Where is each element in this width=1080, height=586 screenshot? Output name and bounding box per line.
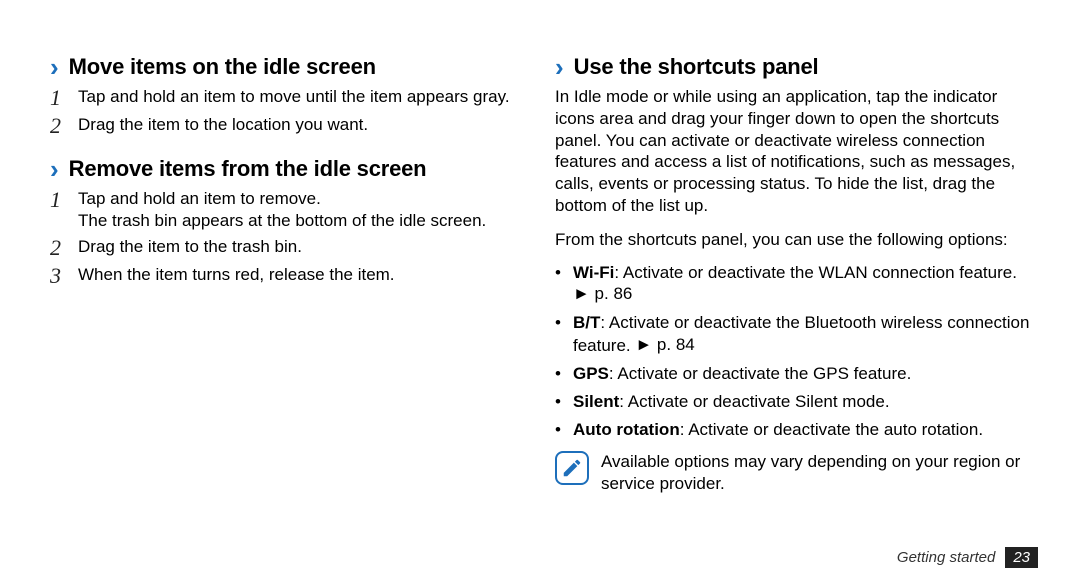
step-item: 1 Tap and hold an item to remove. The tr…: [50, 188, 521, 232]
option-desc: : Activate or deactivate the GPS feature…: [609, 364, 911, 383]
left-column: › Move items on the idle screen 1 Tap an…: [50, 50, 545, 566]
step-number: 2: [50, 236, 78, 260]
chevron-icon: ›: [50, 54, 59, 80]
step-number: 3: [50, 264, 78, 288]
option-desc: : Activate or deactivate the auto rotati…: [680, 420, 983, 439]
option-item: Wi-Fi: Activate or deactivate the WLAN c…: [555, 262, 1040, 306]
page-footer: Getting started 23: [897, 547, 1038, 568]
note-text: Available options may vary depending on …: [601, 451, 1040, 495]
option-item: Auto rotation: Activate or deactivate th…: [555, 419, 1040, 441]
option-item: Silent: Activate or deactivate Silent mo…: [555, 391, 1040, 413]
step-text: When the item turns red, release the ite…: [78, 264, 521, 288]
option-label: B/T: [573, 313, 600, 332]
section-heading-remove-items: › Remove items from the idle screen: [50, 156, 521, 182]
step-number: 2: [50, 114, 78, 138]
page-ref: ► p. 84: [635, 334, 694, 356]
page-ref: ► p. 86: [573, 283, 632, 305]
step-item: 1 Tap and hold an item to move until the…: [50, 86, 521, 110]
section-title: Remove items from the idle screen: [69, 156, 427, 182]
chevron-icon: ›: [555, 54, 564, 80]
intro-paragraph: In Idle mode or while using an applicati…: [555, 86, 1040, 217]
step-item: 3 When the item turns red, release the i…: [50, 264, 521, 288]
step-text: Tap and hold an item to move until the i…: [78, 86, 521, 110]
step-item: 2 Drag the item to the trash bin.: [50, 236, 521, 260]
section-heading-move-items: › Move items on the idle screen: [50, 54, 521, 80]
manual-page: › Move items on the idle screen 1 Tap an…: [0, 0, 1080, 586]
option-label: Auto rotation: [573, 420, 680, 439]
step-number: 1: [50, 188, 78, 232]
section-title: Move items on the idle screen: [69, 54, 376, 80]
section-title: Use the shortcuts panel: [574, 54, 819, 80]
right-column: › Use the shortcuts panel In Idle mode o…: [545, 50, 1040, 566]
option-desc: : Activate or deactivate Silent mode.: [619, 392, 889, 411]
steps-move-items: 1 Tap and hold an item to move until the…: [50, 86, 521, 138]
section-heading-shortcuts: › Use the shortcuts panel: [555, 54, 1040, 80]
pencil-icon: [561, 457, 583, 479]
option-item: B/T: Activate or deactivate the Bluetoot…: [555, 312, 1040, 356]
step-text: Drag the item to the trash bin.: [78, 236, 521, 260]
step-text: Tap and hold an item to remove. The tras…: [78, 188, 521, 232]
note-icon: [555, 451, 589, 485]
note-block: Available options may vary depending on …: [555, 451, 1040, 495]
option-desc: : Activate or deactivate the WLAN connec…: [614, 263, 1017, 282]
step-number: 1: [50, 86, 78, 110]
footer-page-number: 23: [1005, 547, 1038, 568]
options-list: Wi-Fi: Activate or deactivate the WLAN c…: [555, 262, 1040, 441]
chevron-icon: ›: [50, 156, 59, 182]
steps-remove-items: 1 Tap and hold an item to remove. The tr…: [50, 188, 521, 288]
step-text: Drag the item to the location you want.: [78, 114, 521, 138]
option-label: GPS: [573, 364, 609, 383]
option-item: GPS: Activate or deactivate the GPS feat…: [555, 363, 1040, 385]
option-label: Silent: [573, 392, 619, 411]
step-item: 2 Drag the item to the location you want…: [50, 114, 521, 138]
footer-section-name: Getting started: [897, 549, 995, 566]
option-label: Wi-Fi: [573, 263, 614, 282]
lead-paragraph: From the shortcuts panel, you can use th…: [555, 229, 1040, 251]
